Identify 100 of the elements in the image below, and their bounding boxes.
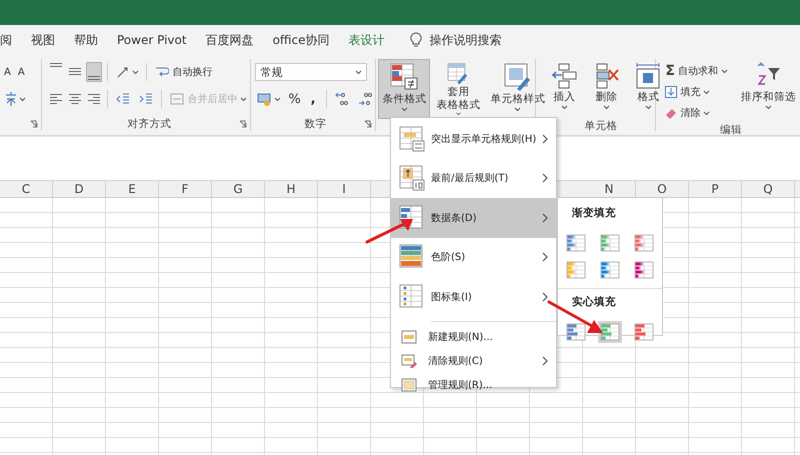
caret-icon — [400, 106, 408, 112]
align-bottom-icon — [88, 76, 100, 81]
data-bar-style-icon — [600, 234, 620, 252]
align-left-icon — [50, 94, 62, 104]
ribbon-tab[interactable]: Power Pivot — [117, 33, 187, 47]
caret-icon — [355, 70, 362, 74]
percent-button[interactable]: % — [286, 89, 303, 109]
eraser-icon — [665, 107, 678, 119]
data-bar-option[interactable] — [564, 321, 588, 343]
align-center-icon — [69, 94, 82, 104]
increase-decimal-icon — [334, 91, 350, 107]
align-middle-icon — [69, 68, 82, 76]
highlight-rules-icon — [399, 126, 425, 152]
data-bar-option[interactable] — [564, 232, 588, 254]
data-bar-style-icon — [634, 261, 654, 279]
data-bar-style-icon — [600, 261, 620, 279]
menu-item[interactable]: 数据条(D) — [391, 198, 556, 238]
caret-icon — [19, 96, 26, 102]
merge-cells-icon — [170, 92, 184, 106]
top-bottom-rules-icon — [399, 165, 425, 192]
dialog-launcher-icon — [30, 120, 38, 128]
menu-item[interactable]: 突出显示单元格规则(H) — [391, 119, 556, 158]
icon-sets-icon — [399, 284, 425, 310]
caret-icon — [703, 110, 710, 116]
caret-icon — [703, 90, 710, 94]
caret-icon — [765, 104, 772, 110]
align-button[interactable] — [86, 62, 102, 82]
group-label: 数字 — [303, 117, 328, 131]
section-heading: 实心填充 — [571, 295, 617, 310]
pointer-arrow — [366, 219, 413, 244]
data-bar-style-icon — [600, 323, 620, 341]
number-format-dropdown[interactable]: 常规 — [255, 63, 368, 81]
decrease-decimal-icon — [356, 91, 373, 107]
tell-me-search[interactable]: 操作说明搜索 — [430, 32, 502, 48]
menu-item[interactable]: 色阶(S) — [391, 238, 556, 277]
menu-item[interactable]: 新建规则(N)... — [391, 324, 556, 348]
column-header[interactable]: G — [212, 181, 265, 197]
data-bar-style-icon — [566, 261, 586, 279]
data-bar-option[interactable] — [598, 259, 622, 281]
conditional-format-icon — [389, 62, 420, 92]
dialog-launcher-icon — [239, 120, 248, 128]
caret-icon — [274, 96, 282, 102]
insert-cells-icon — [550, 62, 578, 90]
currency-icon — [257, 91, 274, 107]
dialog-launcher-icon — [364, 120, 372, 128]
wrap-text-icon — [155, 65, 170, 79]
column-header[interactable]: E — [106, 181, 159, 197]
ribbon-tab[interactable]: 百度网盘 — [206, 32, 254, 48]
section-heading: 渐变填充 — [571, 206, 617, 221]
group-label: 单元格 — [583, 119, 618, 133]
ribbon-tab[interactable]: 视图 — [31, 32, 55, 48]
column-header[interactable]: P — [689, 181, 742, 197]
menu-item[interactable]: 图标集(I) — [391, 277, 556, 316]
comma-button[interactable]: , — [306, 89, 321, 109]
data-bar-option[interactable] — [632, 321, 656, 343]
data-bar-style-icon — [566, 234, 586, 252]
caret-icon — [514, 106, 522, 112]
caret-icon — [721, 68, 728, 74]
column-header[interactable]: I — [318, 181, 371, 197]
group-label: 对齐方式 — [126, 117, 172, 131]
merge-center-button: 合并后居中 — [167, 89, 250, 109]
ribbon-tab[interactable]: office协同 — [272, 32, 330, 48]
align-right-icon — [88, 94, 100, 104]
fill-down-icon — [665, 86, 678, 98]
insert-button[interactable]: 插入 — [546, 59, 582, 119]
group-label: 编辑 — [719, 123, 744, 137]
caret-icon — [602, 104, 610, 110]
cell-style-icon — [502, 62, 533, 92]
shrink-font-button[interactable]: A — [16, 62, 27, 82]
caret-icon — [454, 112, 462, 116]
ribbon-tab[interactable]: 表设计 — [348, 32, 384, 48]
column-header[interactable]: C — [0, 181, 53, 197]
format-cells-icon — [634, 62, 662, 90]
align-top-icon — [50, 63, 62, 68]
caret-icon — [560, 104, 568, 110]
ribbon-tab[interactable]: 阅 — [0, 32, 12, 48]
phonetic-guide-icon — [4, 91, 18, 107]
data-bar-style-icon — [634, 234, 654, 252]
grow-font-button[interactable]: A — [2, 62, 13, 82]
caret-icon — [240, 96, 248, 102]
menu-item[interactable]: 管理规则(R)... — [391, 372, 556, 396]
ribbon-tab[interactable]: 帮助 — [74, 32, 98, 48]
color-scale-icon — [399, 244, 425, 270]
caret-icon — [132, 70, 140, 74]
data-bar-option[interactable] — [632, 259, 656, 281]
delete-button[interactable]: 删除 — [588, 59, 624, 119]
menu-item[interactable]: 最前/最后规则(T) — [391, 158, 556, 198]
column-header[interactable]: Q — [742, 181, 795, 197]
sort-filter-button[interactable]: 排序和筛选 — [737, 59, 800, 119]
conditional-format-button[interactable]: 条件格式 — [378, 59, 430, 119]
wrap-text-button[interactable]: 自动换行 — [152, 62, 216, 82]
clear-rules-icon — [401, 354, 417, 368]
column-header[interactable]: H — [265, 181, 318, 197]
menu-item[interactable]: 清除规则(C) — [391, 348, 556, 372]
column-header[interactable]: F — [159, 181, 212, 197]
data-bar-option[interactable] — [632, 232, 656, 254]
caret-icon — [644, 104, 652, 110]
data-bar-option[interactable] — [598, 321, 622, 343]
lightbulb-icon — [410, 32, 422, 48]
column-header[interactable]: D — [53, 181, 106, 197]
